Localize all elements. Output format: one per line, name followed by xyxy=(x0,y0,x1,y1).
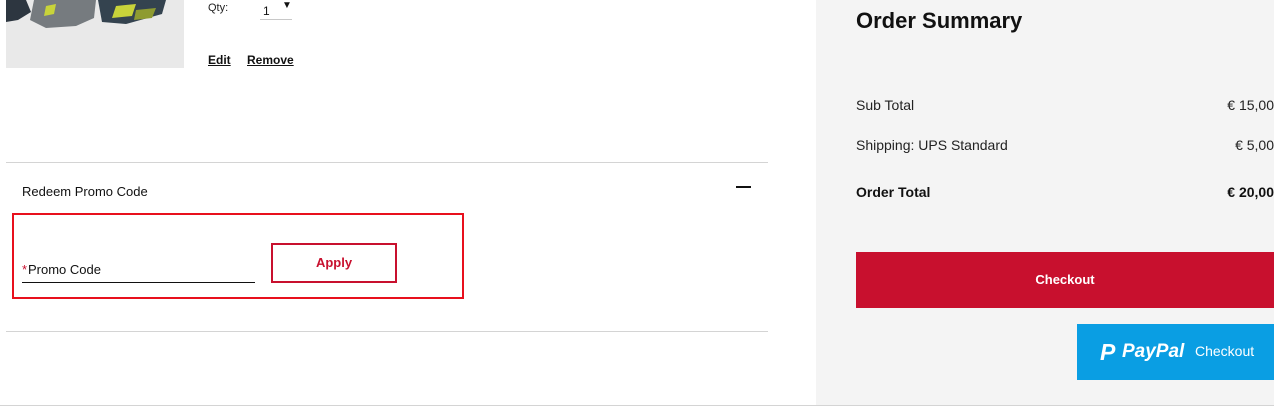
remove-link[interactable]: Remove xyxy=(247,53,294,67)
edit-link[interactable]: Edit xyxy=(208,53,231,67)
shipping-label: Shipping: UPS Standard xyxy=(856,137,1008,153)
promo-code-label: Promo Code xyxy=(28,262,101,277)
promo-accordion-header[interactable]: Redeem Promo Code xyxy=(6,163,768,208)
qty-select[interactable]: 1 ▼ xyxy=(260,0,292,20)
qty-label: Qty: xyxy=(208,2,229,14)
shipping-value: € 5,00 xyxy=(1235,137,1274,153)
product-image[interactable] xyxy=(6,0,184,68)
order-total-label: Order Total xyxy=(856,184,931,200)
qty-value: 1 xyxy=(263,4,270,18)
page-bottom-border xyxy=(0,405,1274,406)
promo-code-input[interactable]: * Promo Code xyxy=(22,258,255,283)
subtotal-value: € 15,00 xyxy=(1227,97,1274,113)
section-divider xyxy=(6,331,768,332)
checkout-button[interactable]: Checkout xyxy=(856,252,1274,308)
chevron-down-icon: ▼ xyxy=(282,0,292,11)
paypal-checkout-button[interactable]: P PayPal Checkout xyxy=(1077,324,1274,380)
required-marker: * xyxy=(22,262,28,277)
subtotal-label: Sub Total xyxy=(856,97,915,113)
paypal-checkout-label: Checkout xyxy=(1195,343,1255,359)
promo-title: Redeem Promo Code xyxy=(22,184,148,199)
order-total-value: € 20,00 xyxy=(1227,184,1274,200)
socks-image-icon xyxy=(6,0,184,68)
minus-icon[interactable] xyxy=(736,186,751,188)
apply-button[interactable]: Apply xyxy=(271,243,397,283)
order-summary-title: Order Summary xyxy=(856,8,1023,33)
paypal-brand: PayPal xyxy=(1122,341,1185,362)
paypal-icon: P xyxy=(1100,339,1116,365)
